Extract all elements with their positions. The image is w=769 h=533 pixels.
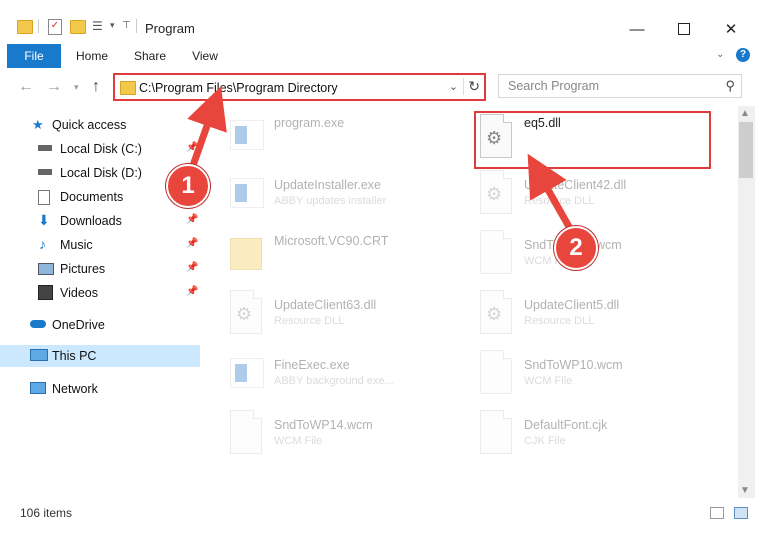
step-badge-2: 2: [554, 226, 598, 270]
annotation-arrows: [186, 86, 576, 236]
annotation-arrow-2: [527, 153, 576, 236]
step-badge-1: 1: [166, 164, 210, 208]
